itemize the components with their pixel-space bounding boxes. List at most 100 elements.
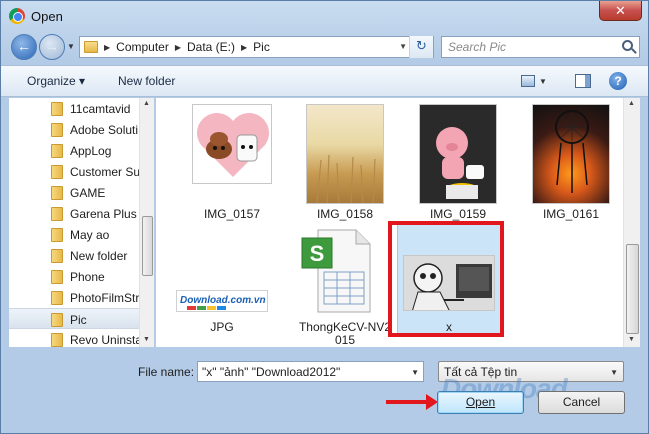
image-thumbnail: [306, 104, 384, 204]
preview-pane-icon[interactable]: [575, 74, 591, 88]
breadcrumb-pic[interactable]: Pic: [253, 40, 270, 54]
refresh-button[interactable]: ↻: [409, 36, 433, 58]
file-item-jpg[interactable]: Download.com.vn JPG: [170, 226, 274, 341]
content-scrollbar[interactable]: ▲ ▼: [623, 98, 640, 347]
sidebar-item-photofilmstrip[interactable]: PhotoFilmStr: [9, 287, 139, 308]
sidebar-item-new-folder[interactable]: New folder: [9, 245, 139, 266]
highlight-annotation: [388, 221, 504, 337]
organize-button[interactable]: Organize ▾: [27, 74, 85, 88]
window-title: Open: [31, 9, 63, 24]
file-item-img-0157[interactable]: IMG_0157: [180, 104, 284, 221]
file-name-field[interactable]: "x" "ảnh" "Download2012" ▼: [197, 361, 424, 382]
sidebar-item-11camtavid[interactable]: 11camtavid: [9, 98, 139, 119]
folder-icon: [51, 291, 63, 305]
image-thumbnail: [532, 104, 610, 204]
sidebar-item-label: Pic: [70, 313, 87, 327]
image-thumbnail: [192, 104, 272, 184]
folder-icon: [51, 186, 63, 200]
sidebar-item-label: Revo Uninsta: [70, 333, 143, 347]
sidebar-item-customer[interactable]: Customer Su: [9, 161, 141, 182]
sidebar-item-pic[interactable]: Pic: [9, 308, 139, 329]
sidebar-item-may-ao[interactable]: May ao: [9, 224, 139, 245]
chevron-down-icon[interactable]: ▼: [610, 368, 618, 377]
file-label: IMG_0159: [429, 207, 487, 221]
sidebar-item-garena[interactable]: Garena Plus: [9, 203, 139, 224]
folder-icon: [51, 333, 63, 347]
folder-icon: [51, 144, 63, 158]
folder-icon: [51, 270, 63, 284]
sidebar-item-label: AppLog: [70, 144, 112, 158]
sidebar-item-label: GAME: [70, 186, 106, 200]
navigation-pane: 11camtavid Adobe Soluti AppLog Customer …: [9, 98, 154, 347]
sidebar-item-label: PhotoFilmStr: [70, 291, 140, 305]
breadcrumb: ▶ Computer ▶ Data (E:) ▶ Pic: [104, 40, 276, 54]
scroll-down-icon[interactable]: ▼: [628, 336, 635, 343]
file-list: IMG_0157 IMG_0158 IMG_0159 IMG_0161 Down…: [156, 98, 623, 347]
breadcrumb-separator-icon[interactable]: ▶: [241, 43, 247, 52]
breadcrumb-separator-icon[interactable]: ▶: [104, 43, 110, 52]
folder-icon: [51, 313, 63, 327]
file-name-dropdown-icon[interactable]: ▼: [411, 368, 419, 377]
open-button-label: Open: [465, 395, 496, 409]
scroll-down-icon[interactable]: ▼: [143, 336, 150, 343]
title-bar: Open ✕: [1, 1, 648, 31]
recent-locations-dropdown[interactable]: ▼: [67, 42, 75, 51]
sidebar-item-adobe[interactable]: Adobe Soluti: [9, 119, 139, 140]
view-dropdown-icon[interactable]: ▼: [539, 77, 547, 86]
new-folder-button[interactable]: New folder: [118, 74, 175, 88]
open-file-dialog: Open ✕ ← → ▼ ▶ Computer ▶ Data (E:) ▶ Pi…: [0, 0, 649, 434]
scrollbar-thumb[interactable]: [626, 244, 639, 334]
sidebar-item-game[interactable]: GAME: [9, 182, 139, 203]
file-item-img-0161[interactable]: IMG_0161: [519, 104, 623, 221]
forward-button[interactable]: →: [39, 34, 65, 60]
scroll-up-icon[interactable]: ▲: [628, 100, 635, 107]
image-thumbnail: Download.com.vn: [176, 290, 268, 312]
address-bar[interactable]: ▶ Computer ▶ Data (E:) ▶ Pic ▼ ↻: [79, 36, 434, 58]
file-label: IMG_0158: [316, 207, 374, 221]
file-label-line: 015: [334, 333, 356, 347]
download-logo-text: Download.com.vn: [180, 295, 266, 306]
file-item-img-0159[interactable]: IMG_0159: [406, 104, 510, 221]
scrollbar-thumb[interactable]: [142, 216, 153, 276]
sidebar-item-revo[interactable]: Revo Uninsta: [9, 329, 143, 347]
cancel-button[interactable]: Cancel: [538, 391, 625, 414]
back-button[interactable]: ←: [11, 34, 37, 60]
folder-icon: [51, 102, 63, 116]
breadcrumb-separator-icon[interactable]: ▶: [175, 43, 181, 52]
pointer-arrow-annotation: [386, 394, 438, 410]
sidebar-item-label: Phone: [70, 270, 105, 284]
chrome-icon: [9, 8, 25, 24]
spreadsheet-icon: S: [298, 228, 374, 314]
navigation-scrollbar[interactable]: ▲ ▼: [139, 98, 154, 347]
sidebar-item-label: New folder: [70, 249, 128, 263]
file-name-value: "x" "ảnh" "Download2012": [202, 365, 341, 379]
file-item-thongkecv[interactable]: S ThongKeCV-NV2 015: [293, 226, 397, 347]
folder-icon: [51, 207, 63, 221]
file-name-label: File name:: [138, 365, 195, 379]
file-label-line: ThongKeCV-NV2: [298, 320, 392, 334]
address-dropdown-icon[interactable]: ▼: [399, 42, 407, 51]
folder-icon: [84, 41, 98, 53]
folder-icon: [51, 249, 63, 263]
file-item-img-0158[interactable]: IMG_0158: [293, 104, 397, 221]
breadcrumb-computer[interactable]: Computer: [116, 40, 169, 54]
file-label: IMG_0161: [542, 207, 600, 221]
close-button[interactable]: ✕: [599, 1, 642, 21]
sidebar-item-label: May ao: [70, 228, 110, 242]
scroll-up-icon[interactable]: ▲: [143, 100, 150, 107]
sidebar-item-label: Garena Plus: [70, 207, 137, 221]
sidebar-item-applog[interactable]: AppLog: [9, 140, 139, 161]
search-icon[interactable]: [622, 40, 633, 51]
sidebar-item-label: Customer Su: [70, 165, 141, 179]
help-icon[interactable]: ?: [609, 72, 627, 90]
folder-icon: [51, 228, 63, 242]
image-thumbnail: [419, 104, 497, 204]
breadcrumb-data-e[interactable]: Data (E:): [187, 40, 235, 54]
search-placeholder: Search Pic: [448, 40, 507, 54]
folder-icon: [51, 165, 63, 179]
change-view-icon[interactable]: [521, 75, 535, 87]
search-input[interactable]: Search Pic: [441, 36, 640, 58]
open-button[interactable]: Open: [437, 391, 524, 414]
sidebar-item-phone[interactable]: Phone: [9, 266, 139, 287]
file-label: ThongKeCV-NV2 015: [293, 321, 397, 347]
